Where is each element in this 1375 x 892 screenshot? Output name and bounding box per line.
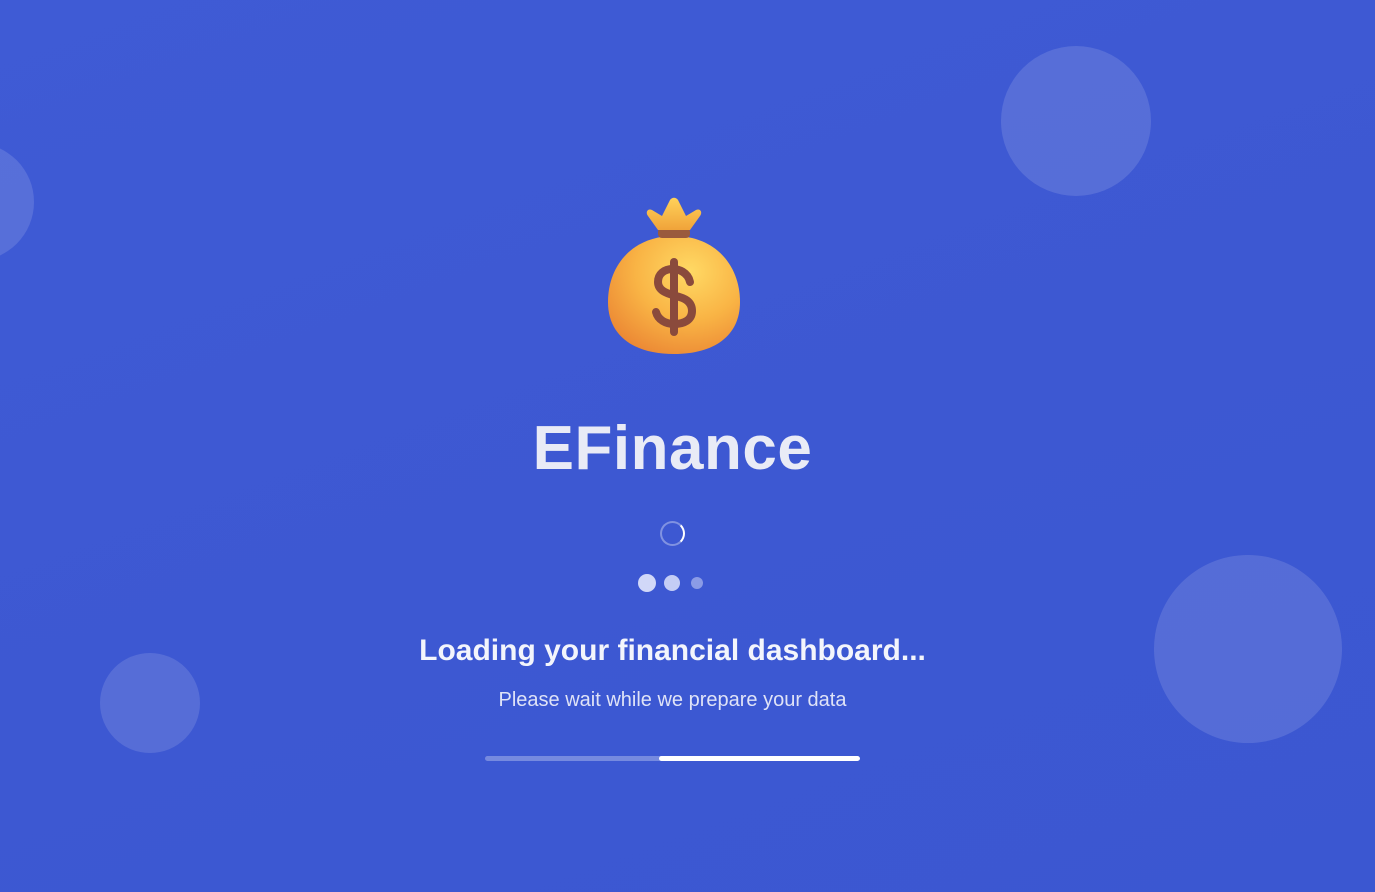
loading-dot [638,574,656,592]
decorative-bubble [0,143,34,261]
loading-screen: EFinance Loading your financial dashboar… [0,0,1375,892]
loading-title: Loading your financial dashboard... [419,634,926,667]
app-title: EFinance [532,414,813,483]
money-bag-icon [608,197,740,354]
loading-dot [691,577,703,589]
loading-spinner [660,521,685,546]
decorative-bubble [1001,46,1151,196]
loading-dot [664,575,680,591]
loading-subtitle: Please wait while we prepare your data [498,689,847,711]
progress-bar-fill [659,756,860,761]
progress-bar [485,756,860,761]
